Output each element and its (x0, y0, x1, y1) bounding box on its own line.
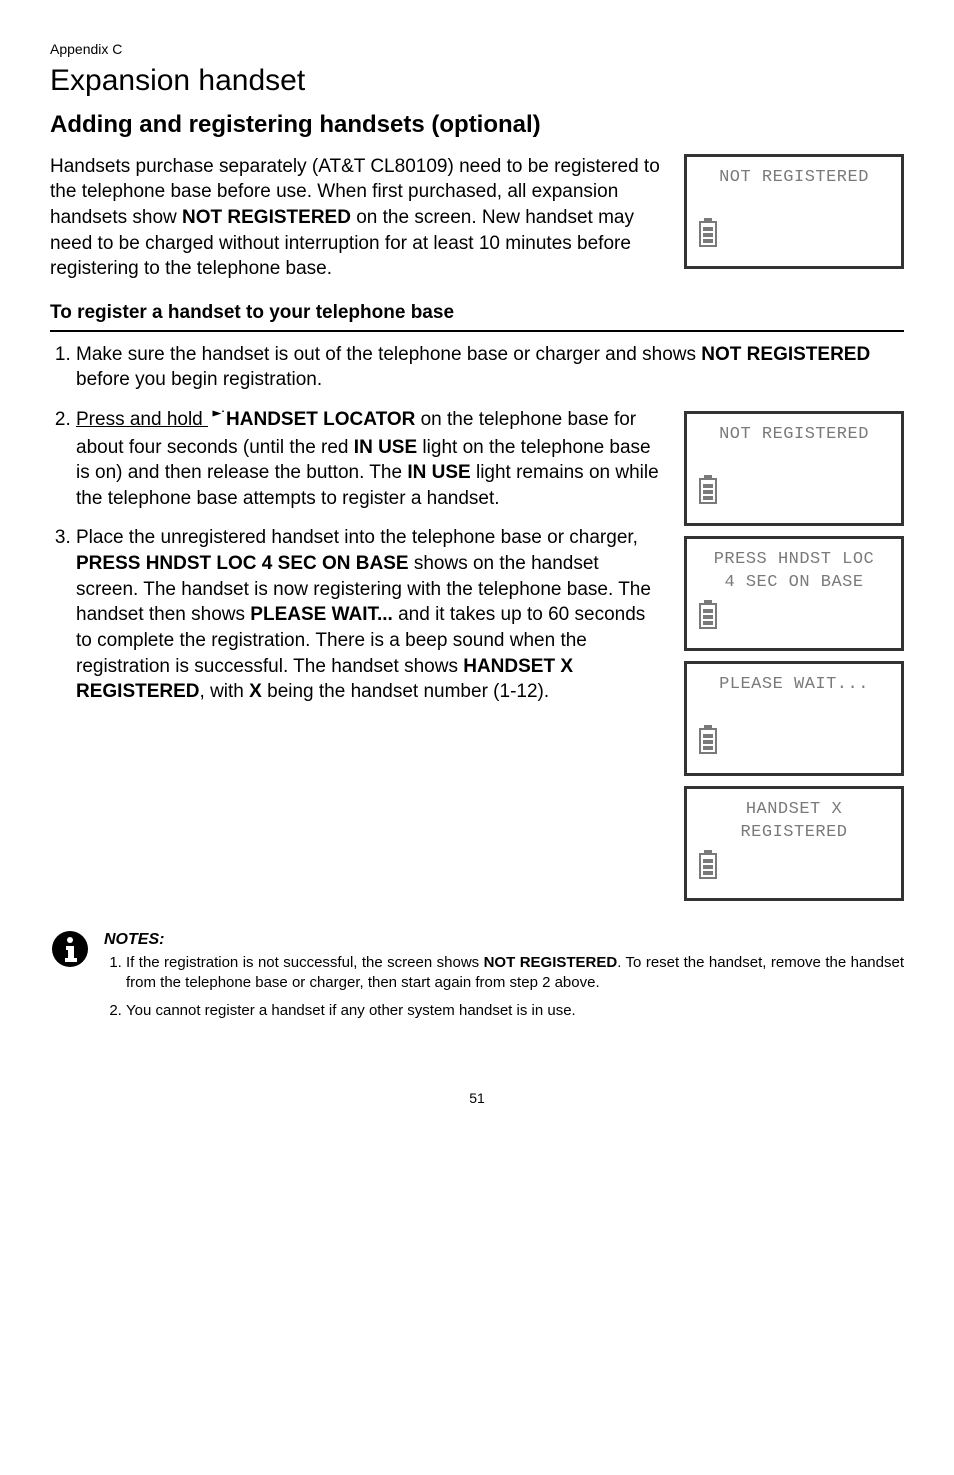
intro-paragraph: Handsets purchase separately (AT&T CL801… (50, 154, 666, 282)
screen-text: NOT REGISTERED (695, 424, 893, 447)
step2-underlined: Press and hold (76, 409, 208, 430)
step-3: Place the unregistered handset into the … (76, 525, 666, 704)
notes-body: NOTES: If the registration is not succes… (104, 929, 904, 1029)
screen-text: NOT REGISTERED (695, 167, 893, 190)
screen-text: PLEASE WAIT... (695, 674, 893, 697)
step1-bold: NOT REGISTERED (701, 344, 870, 365)
note1-text-a: If the registration is not successful, t… (126, 954, 484, 971)
battery-icon (695, 853, 893, 888)
notes-list: If the registration is not successful, t… (104, 953, 904, 1022)
step3-text-g: , with (200, 681, 250, 702)
note-2: You cannot register a handset if any oth… (126, 1001, 904, 1021)
step2-bold-locator: HANDSET LOCATOR (226, 409, 415, 430)
screen-press-hndst: PRESS HNDST LOC 4 SEC ON BASE (684, 536, 904, 651)
intro-row: Handsets purchase separately (AT&T CL801… (50, 154, 904, 282)
battery-icon (695, 478, 893, 513)
screen-text-l2: REGISTERED (695, 822, 893, 845)
info-icon (50, 929, 90, 976)
screen-please-wait: PLEASE WAIT... (684, 661, 904, 776)
intro-bold: NOT REGISTERED (182, 207, 351, 228)
step3-bold-press: PRESS HNDST LOC 4 SEC ON BASE (76, 553, 409, 574)
battery-icon (695, 728, 893, 763)
screen-not-registered-side: NOT REGISTERED (684, 411, 904, 526)
steps-list: Make sure the handset is out of the tele… (50, 342, 904, 393)
notes-section: NOTES: If the registration is not succes… (50, 929, 904, 1029)
screens-column: NOT REGISTERED PRESS HNDST LOC 4 SEC ON … (684, 411, 904, 901)
notes-label: NOTES: (104, 929, 904, 951)
battery-icon (695, 221, 893, 256)
step1-text-c: before you begin registration. (76, 369, 322, 390)
locator-icon (208, 409, 226, 435)
steps-left-col: Press and hold HANDSET LOCATOR on the te… (50, 407, 666, 719)
steps-screens-row: Press and hold HANDSET LOCATOR on the te… (50, 407, 904, 901)
step-2: Press and hold HANDSET LOCATOR on the te… (76, 407, 666, 512)
step3-text-a: Place the unregistered handset into the … (76, 527, 638, 548)
screen-not-registered-top: NOT REGISTERED (684, 154, 904, 269)
step1-text-a: Make sure the handset is out of the tele… (76, 344, 701, 365)
step2-bold-inuse2: IN USE (407, 462, 470, 483)
section-heading: Expansion handset (50, 61, 904, 102)
subheading: Adding and registering handsets (optiona… (50, 109, 904, 141)
screen-handset-registered: HANDSET X REGISTERED (684, 786, 904, 901)
step3-bold-x: X (249, 681, 262, 702)
screen-text-l2: 4 SEC ON BASE (695, 572, 893, 595)
note1-bold: NOT REGISTERED (484, 954, 618, 971)
step2-bold-inuse1: IN USE (354, 437, 417, 458)
screen-text-l1: PRESS HNDST LOC (695, 549, 893, 572)
step-1: Make sure the handset is out of the tele… (76, 342, 904, 393)
step3-bold-wait: PLEASE WAIT... (250, 604, 393, 625)
heading-rule (50, 330, 904, 332)
page-number: 51 (50, 1089, 904, 1108)
note-1: If the registration is not successful, t… (126, 953, 904, 994)
step3-text-i: being the handset number (1-12). (262, 681, 549, 702)
appendix-label: Appendix C (50, 40, 904, 59)
screen-text-l1: HANDSET X (695, 799, 893, 822)
steps-list-cont: Press and hold HANDSET LOCATOR on the te… (50, 407, 666, 705)
register-heading: To register a handset to your telephone … (50, 300, 904, 326)
battery-icon (695, 603, 893, 638)
